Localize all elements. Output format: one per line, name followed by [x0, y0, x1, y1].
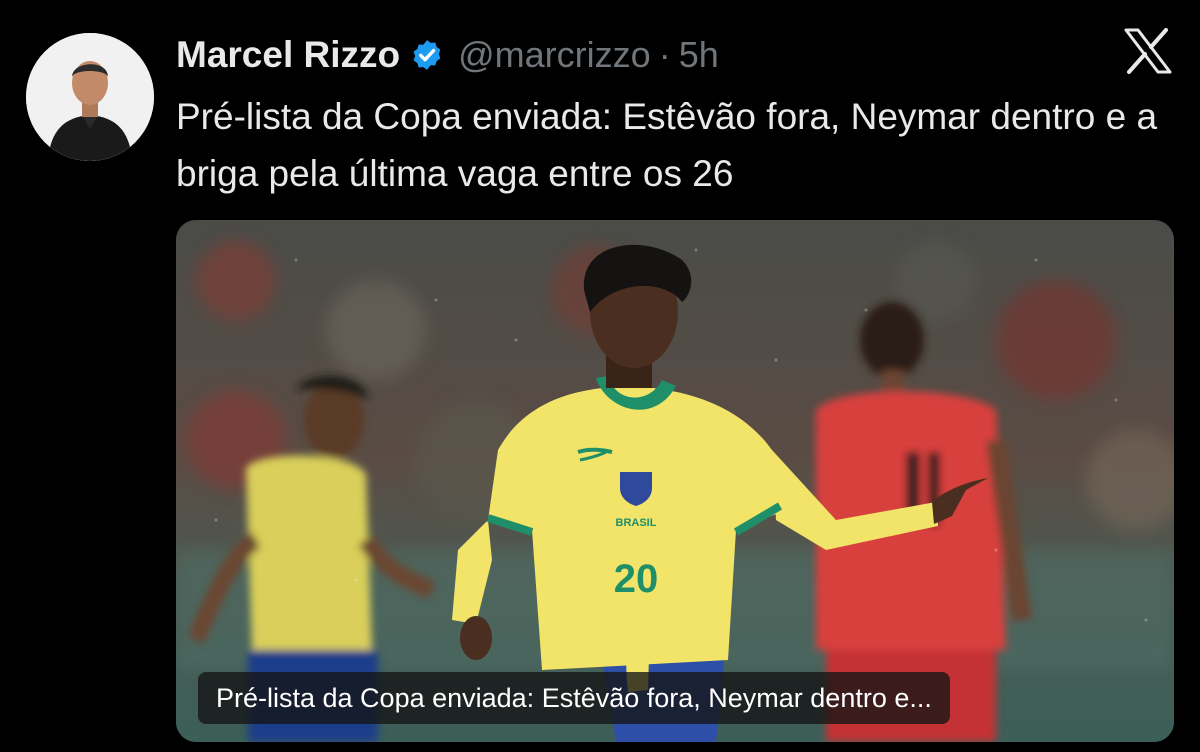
tweet-text: Pré-lista da Copa enviada: Estêvão fora,…: [176, 96, 1158, 194]
jersey-brand-text: BRASIL: [616, 517, 657, 529]
author-handle[interactable]: @marcrizzo: [458, 34, 651, 76]
avatar[interactable]: [26, 33, 154, 161]
separator-dot: ·: [658, 34, 671, 75]
x-logo-icon[interactable]: [1124, 28, 1172, 74]
post-time[interactable]: 5h: [679, 34, 719, 76]
author-name[interactable]: Marcel Rizzo: [176, 34, 400, 76]
verified-badge-icon: [413, 40, 441, 70]
tweet-header: Marcel Rizzo @marcrizzo · 5h: [176, 30, 719, 80]
card-caption: Pré-lista da Copa enviada: Estêvão fora,…: [198, 672, 950, 724]
article-photo: BRASIL 20: [176, 220, 1174, 742]
jersey-number: 20: [614, 557, 659, 601]
author-photo: [26, 33, 154, 161]
link-card[interactable]: BRASIL 20 Pré-lista da Copa enviada: Est…: [176, 220, 1174, 742]
